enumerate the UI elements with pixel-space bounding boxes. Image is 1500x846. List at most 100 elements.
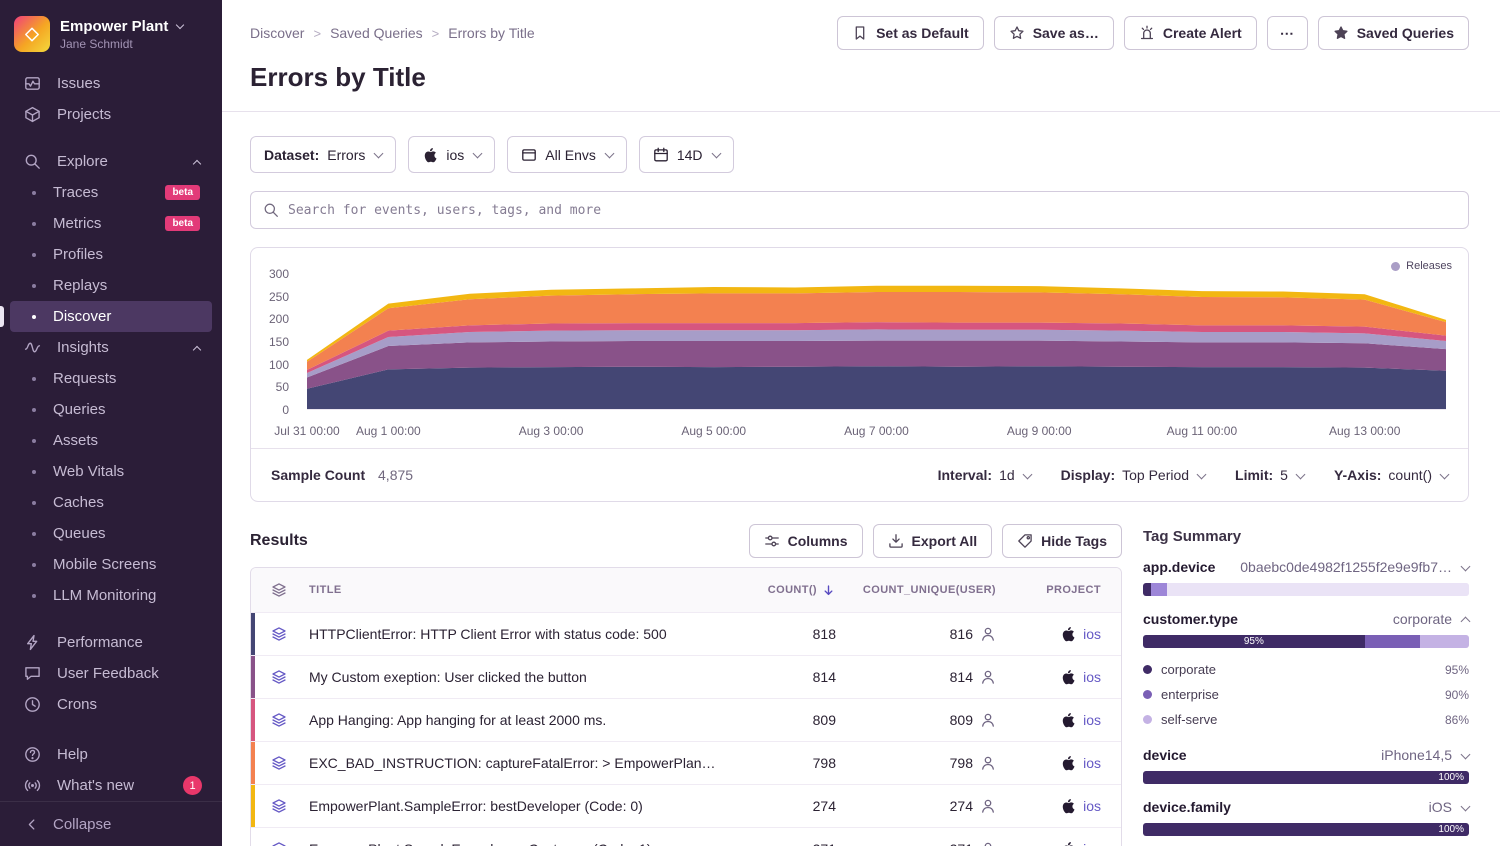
sidebar-item-what-s-new[interactable]: What's new1 — [10, 770, 212, 801]
create-alert-button[interactable]: Create Alert — [1124, 16, 1257, 50]
sidebar-section-explore[interactable]: Explore — [10, 146, 212, 177]
sidebar-item-queues[interactable]: Queues — [10, 518, 212, 549]
tag-bar-segment[interactable]: 100% — [1143, 823, 1469, 836]
apple-icon — [422, 147, 438, 163]
project-link[interactable]: ios — [1083, 755, 1101, 771]
beta-badge: beta — [165, 185, 200, 200]
user-icon — [980, 755, 996, 771]
sidebar-item-help[interactable]: Help — [10, 739, 212, 770]
stacked-area-chart[interactable] — [307, 274, 1446, 409]
sidebar-item-user-feedback[interactable]: User Feedback — [10, 658, 212, 689]
star-icon — [1009, 25, 1025, 41]
project-link[interactable]: ios — [1083, 712, 1101, 728]
hide-tags-button[interactable]: Hide Tags — [1002, 524, 1122, 558]
sidebar-item-assets[interactable]: Assets — [10, 425, 212, 456]
sidebar-collapse-button[interactable]: Collapse — [0, 801, 222, 846]
tag-bar-segment[interactable] — [1420, 635, 1469, 648]
chart-legend[interactable]: Releases — [1391, 260, 1452, 272]
column-header-project[interactable]: PROJECT — [996, 584, 1101, 596]
tag-header[interactable]: app.device0baebc0de4982f1255f2e9e9fb7… — [1143, 559, 1469, 575]
chevron-down-icon — [711, 149, 721, 159]
tag-bar-segment[interactable] — [1365, 635, 1420, 648]
sidebar-item-requests[interactable]: Requests — [10, 363, 212, 394]
bullet-icon — [32, 408, 36, 412]
tag-header[interactable]: device.familyiOS — [1143, 799, 1469, 815]
chart-series-area — [307, 366, 1446, 409]
table-row[interactable]: App Hanging: App hanging for at least 20… — [251, 698, 1121, 741]
tag-device: deviceiPhone14,5 100% — [1143, 747, 1469, 784]
project-filter[interactable]: ios — [408, 136, 495, 173]
user-icon — [980, 669, 996, 685]
sidebar-item-projects[interactable]: Projects — [10, 99, 212, 130]
tag-legend-item[interactable]: corporate95% — [1143, 657, 1469, 682]
sidebar-item-replays[interactable]: Replays — [10, 270, 212, 301]
table-row[interactable]: EXC_BAD_INSTRUCTION: captureFatalError: … — [251, 741, 1121, 784]
column-header-count[interactable]: COUNT() — [716, 582, 836, 598]
results-title: Results — [250, 532, 308, 550]
sidebar-item-discover[interactable]: Discover — [10, 301, 212, 332]
dataset-filter[interactable]: Dataset:Errors — [250, 136, 396, 173]
layers-icon — [271, 841, 287, 846]
sidebar-item-performance[interactable]: Performance — [10, 627, 212, 658]
tag-header[interactable]: deviceiPhone14,5 — [1143, 747, 1469, 763]
org-switcher[interactable]: Empower Plant Jane Schmidt — [0, 14, 222, 66]
stack-icon-cell[interactable] — [251, 841, 307, 846]
columns-button[interactable]: Columns — [749, 524, 863, 558]
sidebar-item-issues[interactable]: Issues — [10, 68, 212, 99]
tag-app-device: app.device0baebc0de4982f1255f2e9e9fb7… — [1143, 559, 1469, 596]
table-row[interactable]: My Custom exeption: User clicked the but… — [251, 655, 1121, 698]
sidebar-item-caches[interactable]: Caches — [10, 487, 212, 518]
display-control[interactable]: Display:Top Period — [1061, 467, 1205, 483]
project-link[interactable]: ios — [1083, 669, 1101, 685]
tag-header[interactable]: customer.typecorporate — [1143, 611, 1469, 627]
sidebar-item-mobile-screens[interactable]: Mobile Screens — [10, 549, 212, 580]
export-all-button[interactable]: Export All — [873, 524, 993, 558]
tag-legend-item[interactable]: self-serve86% — [1143, 707, 1469, 732]
date-filter[interactable]: 14D — [639, 136, 734, 173]
stack-icon-cell[interactable] — [251, 669, 307, 685]
sidebar-item-web-vitals[interactable]: Web Vitals — [10, 456, 212, 487]
column-header-title[interactable]: TITLE — [307, 584, 716, 596]
more-options-button[interactable]: ⋯ — [1267, 16, 1308, 50]
stack-icon-cell[interactable] — [251, 798, 307, 814]
table-row[interactable]: EmpowerPlant.SampleError: bestDeveloper … — [251, 784, 1121, 827]
results-column: Results Columns Export All Hide Tags TITLE… — [250, 524, 1122, 846]
sidebar-section-insights[interactable]: Insights — [10, 332, 212, 363]
save-as-button[interactable]: Save as… — [994, 16, 1114, 50]
sidebar-item-llm-monitoring[interactable]: LLM Monitoring — [10, 580, 212, 611]
project-link[interactable]: ios — [1083, 798, 1101, 814]
project-link[interactable]: ios — [1083, 626, 1101, 642]
sidebar-item-metrics[interactable]: Metricsbeta — [10, 208, 212, 239]
set-as-default-button[interactable]: Set as Default — [837, 16, 984, 50]
plot-area[interactable] — [307, 274, 1446, 410]
stack-icon-cell[interactable] — [251, 626, 307, 642]
limit-control[interactable]: Limit:5 — [1235, 467, 1304, 483]
search-bar[interactable] — [250, 191, 1469, 229]
breadcrumb-item[interactable]: Saved Queries — [330, 25, 423, 41]
sidebar-item-traces[interactable]: Tracesbeta — [10, 177, 212, 208]
sidebar-item-profiles[interactable]: Profiles — [10, 239, 212, 270]
tag-bar-segment[interactable] — [1143, 583, 1151, 596]
sidebar-item-queries[interactable]: Queries — [10, 394, 212, 425]
table-row[interactable]: HTTPClientError: HTTP Client Error with … — [251, 612, 1121, 655]
tag-bar-segment[interactable] — [1167, 583, 1469, 596]
tag-bar-segment[interactable]: 95% — [1143, 635, 1365, 648]
saved-queries-button[interactable]: Saved Queries — [1318, 16, 1469, 50]
stack-icon-cell[interactable] — [251, 712, 307, 728]
project-link[interactable]: ios — [1083, 841, 1101, 846]
search-input[interactable] — [288, 203, 1456, 218]
breadcrumb-item[interactable]: Discover — [250, 25, 304, 41]
y-axis-control[interactable]: Y-Axis:count() — [1334, 467, 1448, 483]
stack-icon-cell[interactable] — [251, 755, 307, 771]
column-header-count-unique[interactable]: COUNT_UNIQUE(USER) — [836, 584, 996, 596]
sidebar-item-crons[interactable]: Crons — [10, 689, 212, 720]
breadcrumb-item[interactable]: Errors by Title — [448, 25, 534, 41]
x-axis: Jul 31 00:00Aug 1 00:00Aug 3 00:00Aug 5 … — [307, 424, 1446, 439]
y-axis: 300250200150100500 — [251, 274, 297, 410]
tag-bar-segment[interactable]: 100% — [1143, 771, 1469, 784]
interval-control[interactable]: Interval:1d — [938, 467, 1031, 483]
environment-filter[interactable]: All Envs — [507, 136, 627, 173]
tag-legend-item[interactable]: enterprise90% — [1143, 682, 1469, 707]
tag-bar-segment[interactable] — [1151, 583, 1167, 596]
table-row[interactable]: EmpowerPlant.SampleError: happyCustomer … — [251, 827, 1121, 846]
